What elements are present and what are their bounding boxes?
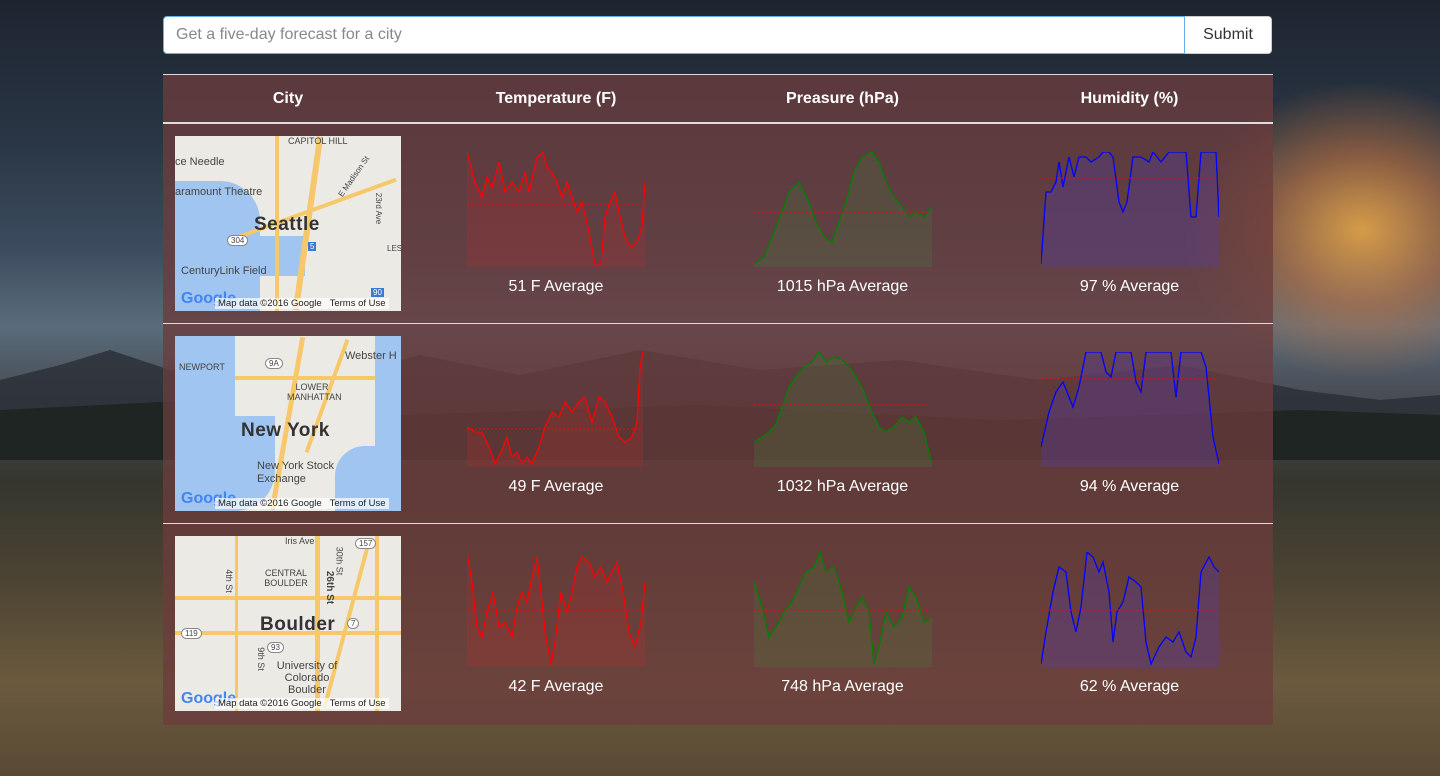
map-label: 7 — [347, 618, 360, 629]
map-label: 5 — [308, 242, 317, 251]
pressure-sparkline — [753, 552, 932, 667]
map-city-label: New York — [241, 420, 330, 441]
map-city-label: Seattle — [254, 214, 320, 235]
map-label: CAPITOL HILL — [288, 136, 348, 146]
map-label: 304 — [227, 235, 249, 246]
map-label: 93 — [267, 642, 284, 653]
humidity-cell: 94 % Average — [986, 324, 1273, 523]
map-label: Webster H — [345, 350, 397, 362]
map-label: LOWER MANHATTAN — [287, 382, 342, 402]
map-attribution-text: Map data ©2016 Google — [218, 298, 322, 309]
pressure-average: 1015 hPa Average — [776, 278, 909, 295]
temperature-cell: 51 F Average — [413, 124, 699, 323]
map-label: 9th St — [255, 647, 266, 671]
temperature-average: 51 F Average — [508, 278, 604, 295]
humidity-cell: 62 % Average — [986, 524, 1273, 724]
pressure-average: 748 hPa Average — [781, 678, 904, 695]
city-cell: ce Needle CAPITOL HILL aramount Theatre … — [163, 124, 413, 323]
map-label: ce Needle — [175, 156, 225, 168]
city-map-seattle[interactable]: ce Needle CAPITOL HILL aramount Theatre … — [175, 136, 401, 311]
search-form: Submit — [163, 16, 1272, 54]
table-header: City Temperature (F) Preasure (hPa) Humi… — [163, 75, 1273, 124]
map-attribution: Map data ©2016 Google Terms of Use — [215, 298, 389, 309]
city-map-new-york[interactable]: NEWPORT 9A Webster H LOWER MANHATTAN New… — [175, 336, 401, 511]
temperature-sparkline — [467, 552, 645, 667]
humidity-cell: 97 % Average — [986, 124, 1273, 323]
map-attribution-text: Map data ©2016 Google — [218, 698, 322, 709]
map-label: CenturyLink Field — [181, 265, 267, 277]
map-attribution: Map data ©2016 Google Terms of Use — [215, 698, 389, 709]
map-label: Iris Ave — [285, 536, 315, 546]
temperature-average: 42 F Average — [508, 678, 604, 695]
map-label: aramount Theatre — [175, 186, 263, 198]
pressure-cell: 1032 hPa Average — [699, 324, 986, 523]
city-map-boulder[interactable]: Iris Ave 30th St 157 CENTRAL BOULDER 4th… — [175, 536, 401, 711]
temperature-cell: 42 F Average — [413, 524, 699, 724]
map-label: 90 — [371, 288, 384, 297]
pressure-cell: 1015 hPa Average — [699, 124, 986, 323]
map-city-label: Boulder — [260, 614, 336, 635]
humidity-sparkline — [1040, 352, 1219, 467]
map-attribution-text: Map data ©2016 Google — [218, 498, 322, 509]
city-cell: NEWPORT 9A Webster H LOWER MANHATTAN New… — [163, 324, 413, 523]
map-label: CENTRAL BOULDER — [264, 568, 308, 588]
map-label: New York Stock Exchange — [257, 460, 335, 485]
forecast-table: City Temperature (F) Preasure (hPa) Humi… — [163, 74, 1273, 725]
temperature-sparkline — [467, 352, 644, 467]
humidity-average: 94 % Average — [1079, 478, 1180, 495]
humidity-average: 97 % Average — [1079, 278, 1180, 295]
map-label: 119 — [181, 628, 202, 639]
map-attribution: Map data ©2016 Google Terms of Use — [215, 498, 389, 509]
map-label: 9A — [265, 358, 283, 369]
temperature-average: 49 F Average — [508, 478, 604, 495]
table-row-new-york: NEWPORT 9A Webster H LOWER MANHATTAN New… — [163, 324, 1273, 524]
map-label: NEWPORT — [179, 362, 225, 372]
map-label: 26th St — [324, 570, 336, 605]
map-label: 157 — [355, 538, 377, 549]
humidity-sparkline — [1040, 152, 1219, 267]
map-terms-link[interactable]: Terms of Use — [330, 298, 386, 309]
table-row-boulder: Iris Ave 30th St 157 CENTRAL BOULDER 4th… — [163, 524, 1273, 724]
pressure-sparkline — [753, 352, 932, 467]
humidity-sparkline — [1040, 552, 1219, 667]
map-label: LES — [387, 244, 401, 253]
pressure-cell: 748 hPa Average — [699, 524, 986, 724]
temperature-sparkline — [467, 152, 645, 267]
temperature-cell: 49 F Average — [413, 324, 699, 523]
map-label: 30th St — [334, 546, 345, 576]
map-label: 23rd Ave — [374, 192, 384, 225]
header-humidity: Humidity (%) — [1080, 89, 1179, 107]
map-label: University of Colorado Boulder — [276, 660, 338, 696]
map-terms-link[interactable]: Terms of Use — [330, 498, 386, 509]
header-pressure: Preasure (hPa) — [786, 89, 899, 107]
map-label: 4th St — [223, 569, 234, 593]
city-cell: Iris Ave 30th St 157 CENTRAL BOULDER 4th… — [163, 524, 413, 724]
header-temperature: Temperature (F) — [495, 89, 617, 107]
pressure-average: 1032 hPa Average — [776, 478, 909, 495]
city-search-input[interactable] — [163, 16, 1185, 54]
header-city: City — [272, 89, 304, 107]
pressure-sparkline — [753, 152, 932, 267]
submit-button[interactable]: Submit — [1185, 16, 1272, 54]
table-row-seattle: ce Needle CAPITOL HILL aramount Theatre … — [163, 124, 1273, 324]
humidity-average: 62 % Average — [1079, 678, 1180, 695]
map-terms-link[interactable]: Terms of Use — [330, 698, 386, 709]
